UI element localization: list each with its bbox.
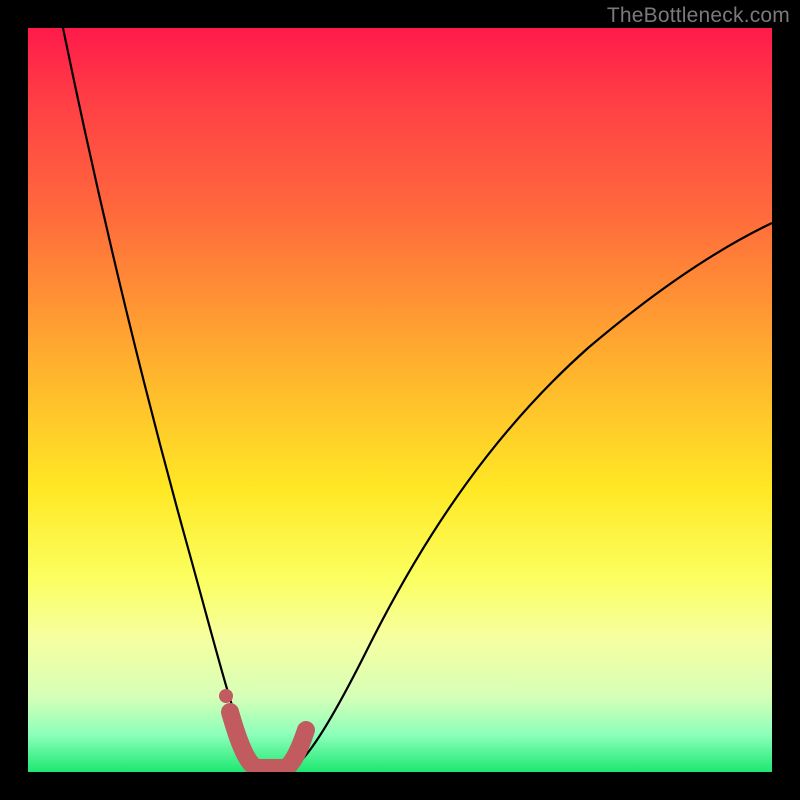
- highlight-band: [230, 712, 306, 768]
- plot-area: [28, 28, 772, 772]
- mismatch-curve-path: [63, 28, 772, 770]
- highlight-dot: [219, 689, 233, 703]
- watermark-text: TheBottleneck.com: [607, 4, 790, 28]
- bottleneck-curve: [28, 28, 772, 772]
